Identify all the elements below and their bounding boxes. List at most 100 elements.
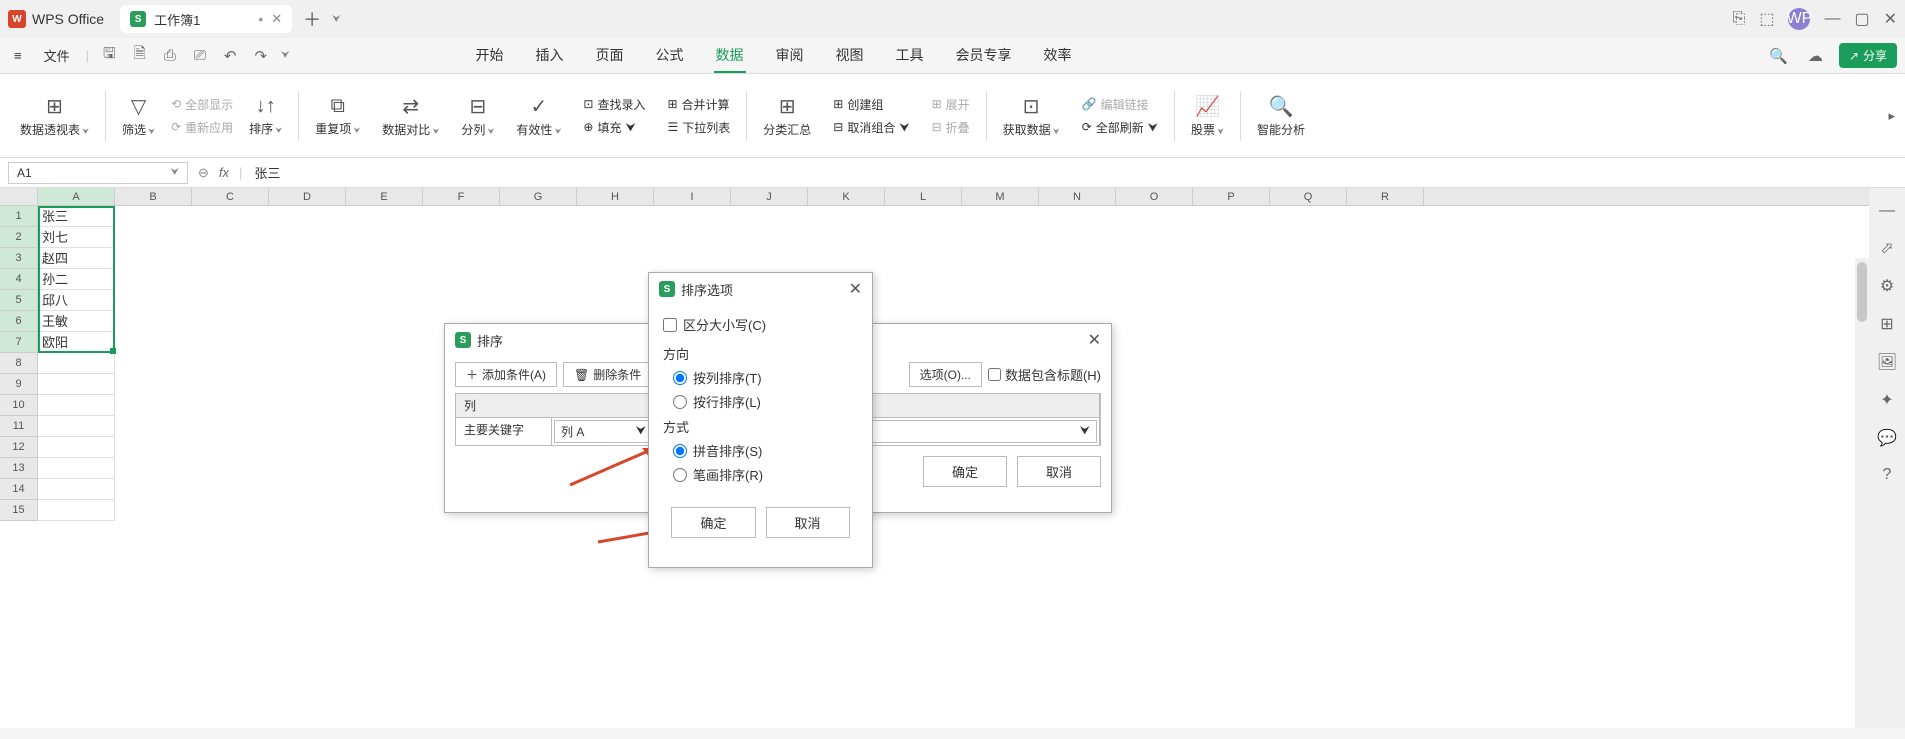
- col-header-A[interactable]: A: [38, 188, 115, 205]
- row-header-1[interactable]: 1: [0, 206, 38, 227]
- side-settings-icon[interactable]: ⚙: [1880, 276, 1894, 296]
- col-header-F[interactable]: F: [423, 188, 500, 205]
- duplicates-button[interactable]: ⧉重复项: [305, 74, 370, 157]
- sort-button[interactable]: ↓↑排序: [239, 74, 292, 157]
- editlink-button[interactable]: 🔗 编辑链接: [1082, 96, 1158, 113]
- side-select-icon[interactable]: ⬀: [1880, 238, 1893, 258]
- row-header-14[interactable]: 14: [0, 479, 38, 500]
- tab-data[interactable]: 数据: [714, 39, 746, 73]
- col-header-D[interactable]: D: [269, 188, 346, 205]
- delete-condition-button[interactable]: 🗑 删除条件: [563, 362, 652, 387]
- merge-calc-button[interactable]: ⊞ 合并计算: [667, 96, 730, 113]
- row-header-7[interactable]: 7: [0, 332, 38, 353]
- fx-icon[interactable]: fx: [219, 165, 229, 180]
- show-all-button[interactable]: ⟲ 全部显示: [171, 96, 233, 113]
- side-chat-icon[interactable]: 💬: [1877, 428, 1897, 448]
- tab-start[interactable]: 开始: [474, 39, 506, 73]
- save-as-icon[interactable]: 🗎: [130, 39, 150, 72]
- row-header-10[interactable]: 10: [0, 395, 38, 416]
- row-header-11[interactable]: 11: [0, 416, 38, 437]
- hamburger-icon[interactable]: ≡: [8, 44, 28, 67]
- print-preview-icon[interactable]: ⎚: [190, 43, 210, 68]
- close-icon[interactable]: ✕: [271, 11, 282, 27]
- dropdown-list-button[interactable]: ☰ 下拉列表: [667, 119, 730, 136]
- undo-icon[interactable]: ↶: [220, 43, 241, 69]
- col-header-K[interactable]: K: [808, 188, 885, 205]
- sort-dialog-close[interactable]: ✕: [1088, 330, 1101, 350]
- stock-button[interactable]: 📈股票: [1181, 74, 1234, 157]
- sort-options-button[interactable]: 选项(O)...: [909, 362, 982, 387]
- cell-A1[interactable]: 张三: [38, 206, 115, 227]
- chevron-down-icon[interactable]: ⮟: [171, 167, 180, 178]
- select-all-corner[interactable]: [0, 188, 38, 205]
- tab-tools[interactable]: 工具: [894, 39, 926, 73]
- expand-button[interactable]: ⊞ 展开: [932, 96, 970, 113]
- tab-insert[interactable]: 插入: [534, 39, 566, 73]
- cell-A2[interactable]: 刘七: [38, 227, 115, 248]
- col-header-O[interactable]: O: [1116, 188, 1193, 205]
- col-header-L[interactable]: L: [885, 188, 962, 205]
- row-header-5[interactable]: 5: [0, 290, 38, 311]
- col-header-H[interactable]: H: [577, 188, 654, 205]
- compare-button[interactable]: ⇄数据对比: [372, 74, 449, 157]
- reapply-button[interactable]: ⟳ 重新应用: [171, 119, 233, 136]
- row-header-9[interactable]: 9: [0, 374, 38, 395]
- by-column-radio[interactable]: 按列排序(T): [673, 368, 858, 387]
- redo-icon[interactable]: ↷: [250, 43, 271, 69]
- side-image-icon[interactable]: 🖼: [1877, 352, 1897, 372]
- col-header-P[interactable]: P: [1193, 188, 1270, 205]
- formula-input[interactable]: 张三: [252, 161, 1897, 184]
- menu-dropdown-icon[interactable]: ⮟: [281, 50, 290, 61]
- pinyin-sort-radio[interactable]: 拼音排序(S): [673, 441, 858, 460]
- row-header-8[interactable]: 8: [0, 353, 38, 374]
- cube-icon[interactable]: ⬚: [1759, 9, 1774, 29]
- col-header-N[interactable]: N: [1039, 188, 1116, 205]
- tab-review[interactable]: 审阅: [774, 39, 806, 73]
- col-header-J[interactable]: J: [731, 188, 808, 205]
- print-icon[interactable]: ⎙: [160, 43, 180, 68]
- add-condition-button[interactable]: ＋ 添加条件(A): [455, 362, 557, 387]
- cell-A7[interactable]: 欧阳: [38, 332, 115, 353]
- row-header-13[interactable]: 13: [0, 458, 38, 479]
- side-help-icon[interactable]: ?: [1883, 466, 1892, 484]
- save-icon[interactable]: 🖫: [99, 39, 120, 72]
- sort-ok-button[interactable]: 确定: [923, 456, 1007, 487]
- cell-A6[interactable]: 王敏: [38, 311, 115, 332]
- col-header-Q[interactable]: Q: [1270, 188, 1347, 205]
- filter-button[interactable]: ▽筛选: [112, 74, 165, 157]
- sort-options-close[interactable]: ✕: [849, 279, 862, 299]
- case-sensitive-checkbox[interactable]: 区分大小写(C): [663, 315, 858, 334]
- ungroup-button[interactable]: ⊟ 取消组合 ⮟: [833, 119, 909, 136]
- cancel-icon[interactable]: ⊖: [198, 165, 209, 181]
- cell-reference-box[interactable]: A1 ⮟: [8, 162, 188, 184]
- by-row-radio[interactable]: 按行排序(L): [673, 392, 858, 411]
- row-header-2[interactable]: 2: [0, 227, 38, 248]
- pivot-button[interactable]: ⊞数据透视表: [10, 74, 99, 157]
- minimize-button[interactable]: —: [1824, 10, 1840, 28]
- tab-view[interactable]: 视图: [834, 39, 866, 73]
- user-avatar[interactable]: WP: [1788, 8, 1810, 30]
- share-button[interactable]: ↗ 分享: [1839, 43, 1897, 68]
- tab-dirty-icon[interactable]: •: [258, 11, 263, 27]
- close-button[interactable]: ✕: [1884, 9, 1897, 29]
- file-menu[interactable]: 文件: [38, 42, 76, 69]
- tab-formula[interactable]: 公式: [654, 39, 686, 73]
- options-ok-button[interactable]: 确定: [671, 507, 755, 538]
- split-button[interactable]: ⊟分列: [451, 74, 504, 157]
- tab-page[interactable]: 页面: [594, 39, 626, 73]
- row-header-4[interactable]: 4: [0, 269, 38, 290]
- group-button[interactable]: ⊞ 创建组: [833, 96, 909, 113]
- cell-A3[interactable]: 赵四: [38, 248, 115, 269]
- column-select[interactable]: 列 A⮟: [554, 420, 653, 443]
- col-header-R[interactable]: R: [1347, 188, 1424, 205]
- search-icon[interactable]: 🔍: [1765, 43, 1792, 69]
- side-minimize-icon[interactable]: —: [1879, 202, 1895, 220]
- getdata-button[interactable]: ⊡获取数据: [993, 74, 1070, 157]
- tab-efficiency[interactable]: 效率: [1042, 39, 1074, 73]
- subtotal-button[interactable]: ⊞分类汇总: [753, 74, 821, 157]
- col-header-I[interactable]: I: [654, 188, 731, 205]
- has-header-checkbox[interactable]: 数据包含标题(H): [988, 362, 1101, 387]
- col-header-M[interactable]: M: [962, 188, 1039, 205]
- new-tab-button[interactable]: ＋: [298, 5, 326, 33]
- vertical-scrollbar[interactable]: [1855, 258, 1869, 728]
